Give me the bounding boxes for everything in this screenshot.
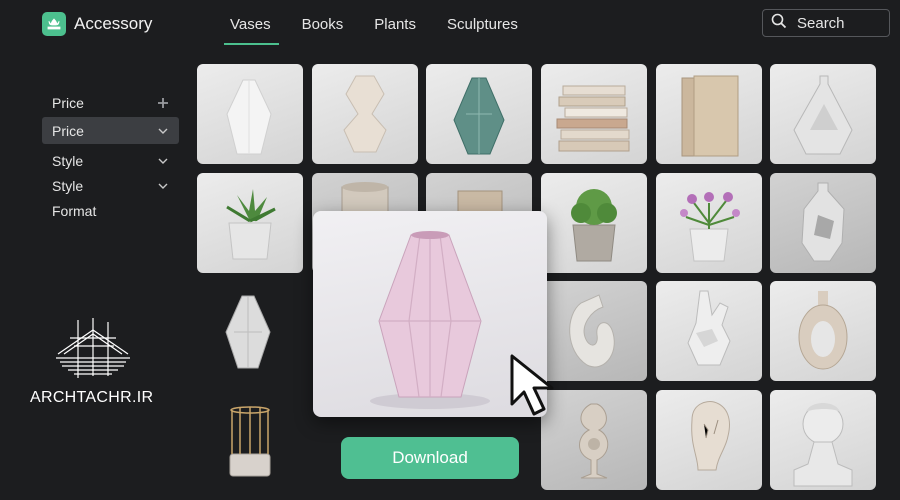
category-tabs: Vases Books Plants Sculptures bbox=[222, 8, 541, 45]
chevron-down-icon bbox=[157, 155, 169, 167]
filter-label: Style bbox=[52, 177, 84, 194]
filter-format[interactable]: Format bbox=[42, 198, 179, 223]
watermark-logo-icon bbox=[56, 318, 130, 378]
download-button[interactable]: Download bbox=[341, 437, 519, 479]
grid-item[interactable] bbox=[656, 173, 762, 273]
sculpted-open-vase bbox=[801, 182, 845, 262]
tab-vases[interactable]: Vases bbox=[222, 8, 279, 45]
stacked-books bbox=[556, 85, 630, 152]
filter-sidebar: Price Price Style Style Format bbox=[42, 90, 179, 223]
grid-item[interactable] bbox=[770, 64, 876, 164]
app-logo[interactable]: Accessory bbox=[42, 12, 152, 36]
grid-item[interactable] bbox=[541, 64, 647, 164]
search-label: Search bbox=[797, 14, 845, 32]
faceted-white-vase bbox=[225, 295, 271, 369]
crown-leaf-icon bbox=[42, 12, 66, 36]
purple-flower-pot bbox=[680, 192, 740, 262]
grid-item[interactable] bbox=[541, 173, 647, 273]
grid-item[interactable] bbox=[656, 281, 762, 381]
grid-item[interactable] bbox=[222, 292, 274, 372]
filter-style[interactable]: Style bbox=[42, 148, 179, 173]
ring-vase bbox=[798, 291, 848, 370]
watermark-text: ARCHTACHR.IR bbox=[30, 389, 154, 406]
grid-item[interactable] bbox=[770, 390, 876, 490]
stacked-geometric-vase bbox=[343, 75, 387, 153]
grid-item[interactable] bbox=[770, 173, 876, 273]
gold-wire-planter bbox=[229, 406, 271, 477]
tab-books[interactable]: Books bbox=[294, 8, 352, 45]
grid-item[interactable] bbox=[656, 390, 762, 490]
search-icon bbox=[771, 13, 787, 33]
succulent-pot bbox=[226, 189, 276, 260]
watermark: ARCHTACHR.IR bbox=[30, 316, 154, 407]
geometric-rabbit-head bbox=[687, 290, 731, 366]
grid-item[interactable] bbox=[312, 64, 418, 164]
chevron-down-icon bbox=[157, 180, 169, 192]
grid-item[interactable] bbox=[197, 173, 303, 273]
tab-sculptures[interactable]: Sculptures bbox=[439, 8, 526, 45]
filter-style-secondary[interactable]: Style bbox=[42, 173, 179, 198]
filter-label: Price bbox=[52, 94, 84, 111]
cracked-bust-sculpture bbox=[691, 401, 730, 471]
filter-label: Price bbox=[52, 122, 84, 139]
grid-item[interactable] bbox=[656, 64, 762, 164]
tab-plants[interactable]: Plants bbox=[366, 8, 424, 45]
classical-bust bbox=[793, 403, 853, 487]
filter-label: Style bbox=[52, 152, 84, 169]
grid-item[interactable] bbox=[770, 281, 876, 381]
pointer-cursor-icon bbox=[508, 352, 564, 418]
filter-price[interactable]: Price bbox=[42, 90, 179, 115]
app-name: Accessory bbox=[74, 14, 153, 33]
filter-label: Format bbox=[52, 202, 97, 219]
filter-price-dropdown[interactable]: Price bbox=[42, 117, 179, 144]
leafy-plant-pot bbox=[571, 189, 617, 262]
grid-item[interactable] bbox=[426, 64, 532, 164]
standing-books bbox=[681, 75, 739, 157]
grid-item[interactable] bbox=[226, 404, 274, 478]
grid-item[interactable] bbox=[197, 64, 303, 164]
search-button[interactable]: Search bbox=[762, 9, 890, 37]
chevron-down-icon bbox=[157, 125, 169, 137]
plus-icon[interactable] bbox=[157, 97, 169, 109]
